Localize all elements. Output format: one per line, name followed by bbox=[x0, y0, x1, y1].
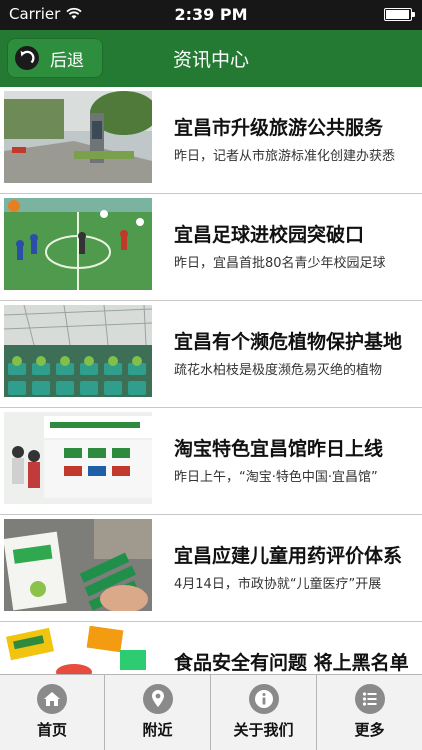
news-thumbnail bbox=[4, 412, 152, 504]
info-icon bbox=[248, 684, 279, 714]
news-item[interactable]: 食品安全有问题 将上黑名单 bbox=[0, 622, 422, 674]
tab-label: 更多 bbox=[354, 721, 385, 739]
location-pin-icon bbox=[142, 684, 173, 714]
news-item[interactable]: 淘宝特色宜昌馆昨日上线 昨日上午，“淘宝·特色中国·宜昌馆” bbox=[0, 408, 422, 515]
news-summary: 4月14日，市政协就“儿童医疗”开展 bbox=[174, 577, 382, 592]
tab-label: 关于我们 bbox=[233, 721, 294, 739]
news-summary: 昨日上午，“淘宝·特色中国·宜昌馆” bbox=[174, 470, 378, 485]
news-title: 淘宝特色宜昌馆昨日上线 bbox=[174, 438, 384, 460]
news-summary: 疏花水柏枝是极度濒危易灭绝的植物 bbox=[174, 363, 383, 378]
news-thumbnail bbox=[4, 305, 152, 397]
news-title: 宜昌应建儿童用药评价体系 bbox=[174, 545, 403, 567]
news-summary: 昨日，宜昌首批80名青少年校园足球 bbox=[174, 256, 386, 271]
tab-label: 附近 bbox=[142, 721, 173, 739]
news-item[interactable]: 宜昌市升级旅游公共服务 昨日，记者从市旅游标准化创建办获悉 bbox=[0, 87, 422, 194]
news-title: 食品安全有问题 将上黑名单 bbox=[174, 652, 409, 674]
tab-nearby[interactable]: 附近 bbox=[105, 675, 211, 750]
tab-label: 首页 bbox=[36, 721, 67, 739]
status-bar: Carrier 2:39 PM bbox=[0, 0, 422, 30]
news-thumbnail bbox=[4, 198, 152, 290]
news-item[interactable]: 宜昌应建儿童用药评价体系 4月14日，市政协就“儿童医疗”开展 bbox=[0, 515, 422, 622]
news-thumbnail bbox=[4, 626, 152, 674]
tab-bar: 首页 附近 关于我们 更多 bbox=[0, 674, 422, 750]
news-item[interactable]: 宜昌足球进校园突破口 昨日，宜昌首批80名青少年校园足球 bbox=[0, 194, 422, 301]
news-item[interactable]: 宜昌有个濒危植物保护基地 疏花水柏枝是极度濒危易灭绝的植物 bbox=[0, 301, 422, 408]
home-icon bbox=[37, 684, 67, 714]
news-thumbnail bbox=[4, 519, 152, 611]
tab-home[interactable]: 首页 bbox=[0, 675, 105, 750]
list-icon bbox=[354, 684, 385, 714]
page-title: 资讯中心 bbox=[172, 49, 249, 71]
news-summary: 昨日，记者从市旅游标准化创建办获悉 bbox=[174, 149, 396, 164]
tab-more[interactable]: 更多 bbox=[317, 675, 422, 750]
news-list[interactable]: 宜昌市升级旅游公共服务 昨日，记者从市旅游标准化创建办获悉 宜昌足球进校园突破口… bbox=[0, 87, 422, 674]
news-thumbnail bbox=[4, 91, 152, 183]
status-time: 2:39 PM bbox=[174, 5, 248, 24]
battery-icon bbox=[384, 8, 415, 21]
news-title: 宜昌市升级旅游公共服务 bbox=[174, 117, 384, 139]
tab-about-us[interactable]: 关于我们 bbox=[211, 675, 317, 750]
news-title: 宜昌足球进校园突破口 bbox=[174, 224, 365, 246]
navigation-bar: 后退 资讯中心 bbox=[0, 30, 422, 87]
news-title: 宜昌有个濒危植物保护基地 bbox=[174, 331, 403, 353]
